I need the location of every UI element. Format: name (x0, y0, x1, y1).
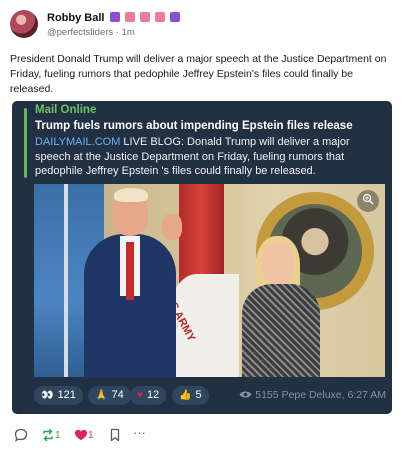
photo-man-hair (114, 188, 148, 202)
more-icon[interactable]: ··· (133, 425, 146, 441)
heart-emoji-icon: ♥ (137, 390, 143, 401)
post-action-bar: 1 1 ··· (14, 425, 214, 444)
card-photo[interactable]: ES ARMY (34, 184, 385, 377)
photo-man-tie (126, 242, 134, 300)
card-title: Trump fuels rumors about impending Epste… (35, 120, 353, 132)
heart-icon (75, 430, 87, 441)
reply-button[interactable] (14, 428, 28, 444)
zoom-icon[interactable] (357, 190, 379, 212)
reaction-count: 121 (57, 389, 76, 401)
comment-icon (14, 429, 28, 443)
eyes-emoji-icon: 👀 (41, 390, 54, 401)
badge-emoji-icon (154, 12, 165, 22)
reaction-heart[interactable]: ♥ 12 (130, 386, 167, 405)
author-name[interactable]: Robby Ball (47, 12, 104, 24)
repost-button[interactable]: 1 (41, 428, 61, 444)
reaction-eyes[interactable]: 👀 121 (34, 386, 83, 405)
badge-emoji-icon (139, 12, 150, 22)
author-name-line: Robby Ball (47, 12, 180, 24)
separator: · (115, 27, 119, 38)
reaction-count: 5 (195, 389, 202, 401)
badge-emoji-icon (169, 12, 180, 22)
signature: Pepe Deluxe, 6:27 AM (281, 389, 386, 401)
like-button[interactable]: 1 (74, 428, 94, 444)
photo-woman-coat (242, 284, 320, 377)
post-text: President Donald Trump will deliver a ma… (10, 53, 387, 95)
post-header: Robby Ball @perfectsliders · 1m (10, 10, 393, 42)
post-time: 1m (121, 27, 135, 38)
badge-emoji-icon (109, 12, 120, 22)
reaction-thumbs-up[interactable]: 👍 5 (172, 386, 209, 405)
card-link[interactable]: DAILYMAIL.COM (35, 136, 120, 148)
reaction-pray[interactable]: 🙏 74 (88, 386, 131, 405)
badge-emoji-icon (124, 12, 135, 22)
eye-icon (239, 389, 252, 401)
card-meta: 5155 Pepe Deluxe, 6:27 AM (239, 389, 386, 401)
repost-count: 1 (55, 430, 61, 441)
bookmark-icon (110, 429, 120, 442)
avatar[interactable] (10, 10, 38, 38)
author-handle-line: @perfectsliders · 1m (47, 27, 135, 38)
view-count: 5155 (255, 389, 279, 401)
card-source: Mail Online (35, 104, 97, 116)
photo-man-hand (162, 214, 182, 240)
embedded-message-card[interactable]: Mail Online Trump fuels rumors about imp… (12, 101, 392, 414)
reaction-count: 12 (146, 389, 160, 401)
repost-icon (43, 429, 53, 442)
quote-accent-bar (24, 108, 27, 178)
like-count: 1 (88, 430, 94, 441)
pray-emoji-icon: 🙏 (95, 390, 108, 401)
author-handle[interactable]: @perfectsliders (47, 27, 113, 38)
card-body: DAILYMAIL.COM LIVE BLOG: Donald Trump wi… (35, 135, 385, 179)
reaction-count: 74 (111, 389, 124, 401)
thumbs-up-emoji-icon: 👍 (179, 390, 192, 401)
photo-woman-head (262, 242, 294, 286)
bookmark-button[interactable] (108, 428, 122, 444)
